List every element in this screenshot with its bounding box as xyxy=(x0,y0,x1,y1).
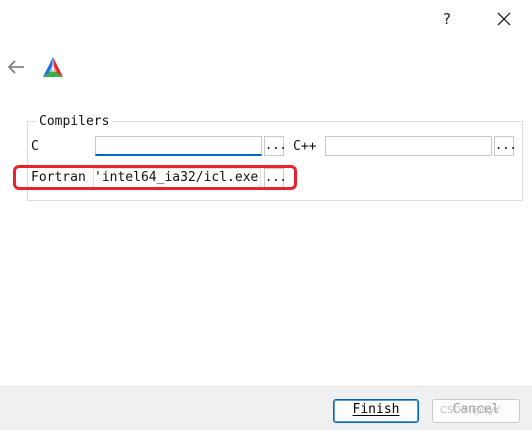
finish-button[interactable]: Finish xyxy=(333,399,419,423)
title-bar: ? xyxy=(0,0,532,38)
watermark: CSDN @tiyY xyxy=(440,405,501,416)
c-compiler-label: C xyxy=(31,139,39,154)
close-icon xyxy=(497,12,511,26)
back-button[interactable] xyxy=(6,57,28,77)
cmake-logo xyxy=(42,56,64,78)
compilers-group-title: Compilers xyxy=(36,114,113,130)
cmake-triangle-logo-icon xyxy=(43,57,63,77)
cpp-compiler-input[interactable] xyxy=(325,136,492,156)
arrow-left-icon xyxy=(7,60,24,74)
cpp-compiler-label: C++ xyxy=(293,139,317,154)
c-compiler-browse-button[interactable]: ... xyxy=(264,136,287,156)
cpp-compiler-browse-button[interactable]: ... xyxy=(494,136,517,156)
close-button[interactable] xyxy=(489,6,519,32)
help-button[interactable]: ? xyxy=(432,6,462,32)
red-highlight-annotation xyxy=(13,165,297,190)
c-compiler-input[interactable] xyxy=(95,136,262,156)
